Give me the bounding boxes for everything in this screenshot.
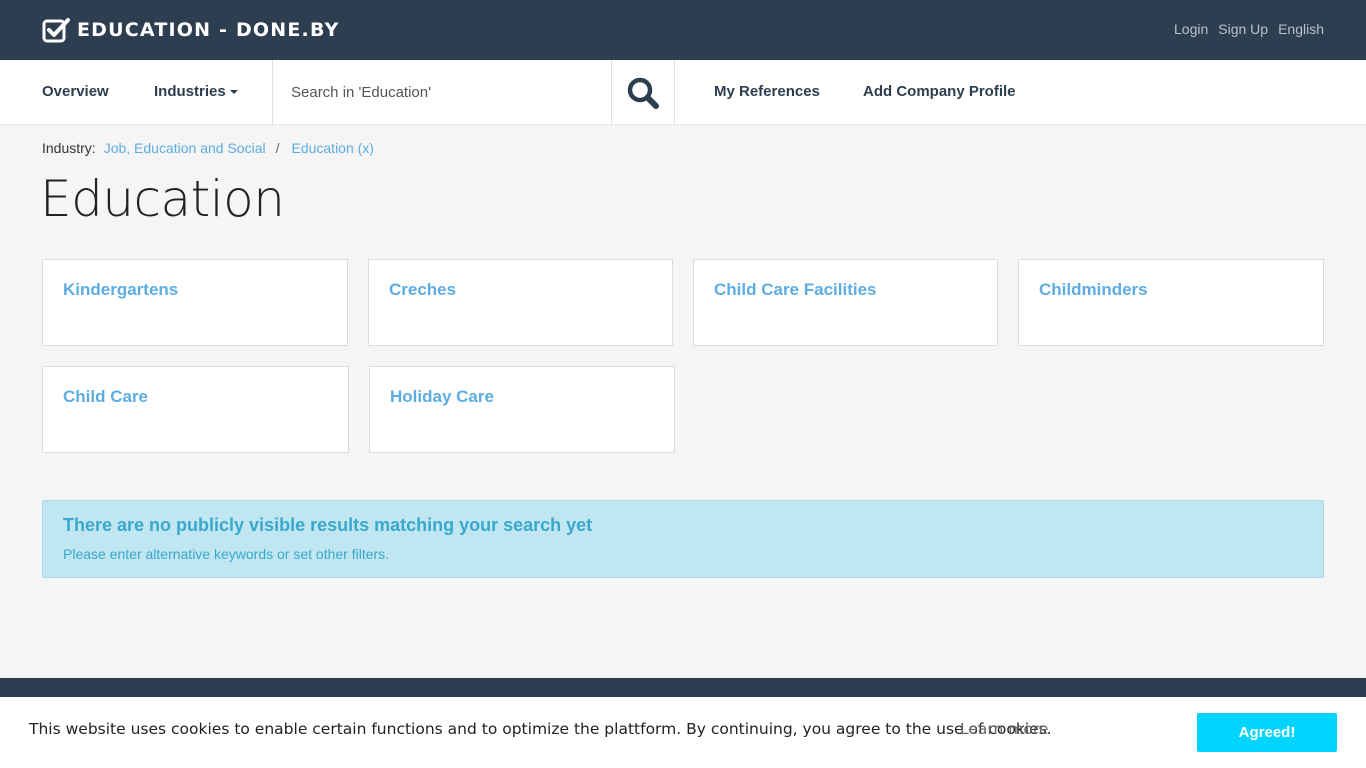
no-results-alert: There are no publicly visible results ma… xyxy=(42,500,1324,578)
cookie-banner: This website uses cookies to enable cert… xyxy=(0,697,1366,768)
industries-label: Industries xyxy=(154,83,226,100)
category-card[interactable]: Child Care xyxy=(42,366,349,453)
breadcrumb-label: Industry: xyxy=(42,140,96,156)
industries-dropdown[interactable]: Industries xyxy=(154,83,238,100)
category-card[interactable]: Holiday Care xyxy=(369,366,675,453)
top-nav: Login Sign Up English xyxy=(1174,21,1324,37)
category-link-childminders[interactable]: Childminders xyxy=(1039,280,1148,300)
alert-message: Please enter alternative keywords or set… xyxy=(63,546,390,562)
breadcrumb-parent-link[interactable]: Job, Education and Social xyxy=(104,140,266,156)
my-references-link[interactable]: My References xyxy=(714,83,820,100)
login-link[interactable]: Login xyxy=(1174,21,1208,37)
checkbox-icon xyxy=(42,18,70,43)
category-link-child-care[interactable]: Child Care xyxy=(63,387,148,407)
category-card[interactable]: Childminders xyxy=(1018,259,1324,346)
breadcrumb-separator: / xyxy=(275,140,280,156)
learn-more-link[interactable]: Learn more xyxy=(960,720,1048,738)
caret-down-icon xyxy=(229,90,238,95)
category-card[interactable]: Kindergartens xyxy=(42,259,348,346)
add-company-profile-link[interactable]: Add Company Profile xyxy=(863,83,1016,100)
cookie-message: This website uses cookies to enable cert… xyxy=(29,720,1052,738)
accept-cookies-button[interactable]: Agreed! xyxy=(1197,713,1337,752)
category-link-kindergartens[interactable]: Kindergartens xyxy=(63,280,178,300)
top-header: EDUCATION - DONE.BY Login Sign Up Englis… xyxy=(0,0,1366,60)
breadcrumb: Industry: Job, Education and Social / Ed… xyxy=(42,140,374,156)
alert-title: There are no publicly visible results ma… xyxy=(63,515,593,535)
page-title: Education xyxy=(40,170,285,228)
category-link-holiday-care[interactable]: Holiday Care xyxy=(390,387,494,407)
category-card[interactable]: Child Care Facilities xyxy=(693,259,998,346)
category-link-creches[interactable]: Creches xyxy=(389,280,456,300)
search-input[interactable] xyxy=(273,60,611,125)
search-icon xyxy=(627,77,659,109)
brand-name: EDUCATION - DONE.BY xyxy=(77,19,340,41)
main-navbar: Overview Industries My References Add Co… xyxy=(0,60,1366,125)
search-button[interactable] xyxy=(612,60,675,125)
breadcrumb-current-link[interactable]: Education (x) xyxy=(291,140,373,156)
category-card[interactable]: Creches xyxy=(368,259,673,346)
language-link[interactable]: English xyxy=(1278,21,1324,37)
search-box xyxy=(272,60,612,125)
brand-logo-link[interactable]: EDUCATION - DONE.BY xyxy=(42,16,340,44)
category-link-child-care-facilities[interactable]: Child Care Facilities xyxy=(714,280,877,300)
signup-link[interactable]: Sign Up xyxy=(1218,21,1268,37)
overview-link[interactable]: Overview xyxy=(42,83,109,100)
